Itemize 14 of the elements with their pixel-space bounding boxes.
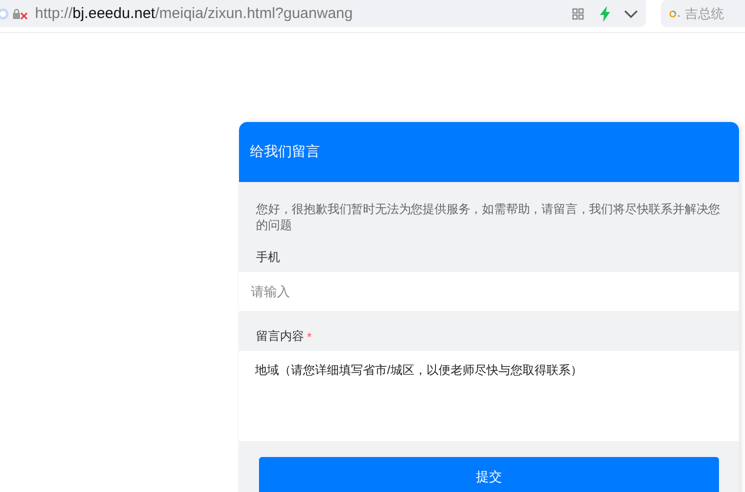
chevron-down-icon[interactable]: [624, 10, 638, 18]
input-field[interactable]: 请输入: [239, 272, 739, 311]
search-input[interactable]: 吉总统: [685, 6, 745, 21]
field-label: 手机: [256, 249, 280, 266]
qr-code-icon[interactable]: [572, 8, 584, 20]
insecure-lock-icon[interactable]: [12, 8, 28, 20]
form-title: 给我们留言: [250, 143, 320, 161]
submit-button[interactable]: 提交: [259, 457, 719, 492]
intro-text: 您好，很抱歉我们暂时无法为您提供服务，如需帮助，请留言，我们将尽快联系并解决您的问题: [256, 201, 722, 233]
required-mark: *: [307, 330, 312, 344]
search-field[interactable]: 吉总统: [661, 0, 745, 27]
field-label: 留言内容: [256, 328, 304, 345]
message-field[interactable]: 地域（请您详细填写省市/城区，以便老师尽快与您取得联系）: [239, 351, 739, 441]
lightning-icon[interactable]: [599, 6, 611, 22]
